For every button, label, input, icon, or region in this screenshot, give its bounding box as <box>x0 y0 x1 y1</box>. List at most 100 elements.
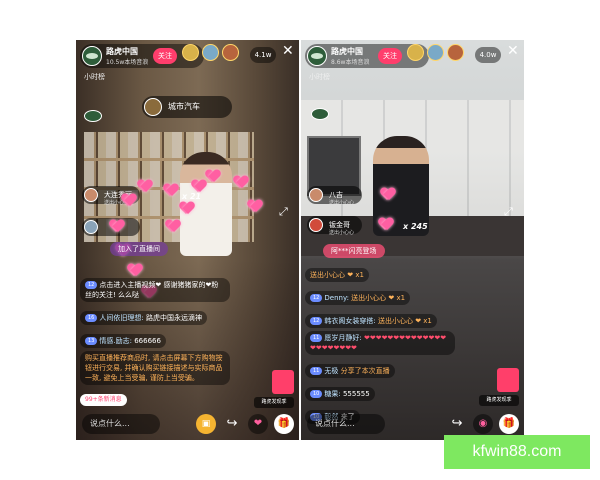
host-name: 路虎中国 <box>331 47 363 56</box>
shopping-bag-icon[interactable]: ▣ <box>196 414 216 434</box>
chat-username[interactable]: 情感.励志: <box>99 337 132 345</box>
entrance-text: 加入了直播间 <box>118 245 160 253</box>
audience-avatar[interactable] <box>222 44 239 61</box>
system-notice: 购买直播推荐商品时, 请点击屏幕下方购物按钮进行交易, 并确认购买链接描述与实际… <box>80 351 230 385</box>
chat-username[interactable]: Denny: <box>324 294 349 302</box>
system-notice-text: 购买直播推荐商品时, 请点击屏幕下方购物按钮进行交易, 并确认购买链接描述与实际… <box>85 354 223 382</box>
gift-icon[interactable]: 🎁 <box>499 414 519 434</box>
hourly-rank-label[interactable]: 小时榜 <box>84 72 105 82</box>
chat-username[interactable]: 人间依旧理想: <box>99 314 143 322</box>
land-rover-badge-icon <box>84 110 102 122</box>
user-avatar <box>84 220 98 234</box>
chat-message: 12 点击进入主播视频❤ 感谢猪猪家的❤粉丝的关注! 么么哒 <box>80 278 230 302</box>
audience-avatars[interactable] <box>182 44 239 61</box>
audience-avatar[interactable] <box>427 44 444 61</box>
product-thumbnail[interactable] <box>272 370 294 394</box>
host-name: 路虎中国 <box>106 47 138 56</box>
chat-list[interactable]: 12 点击进入主播视频❤ 感谢猪猪家的❤粉丝的关注! 么么哒 16 人间依旧理想: … <box>80 278 230 388</box>
heart-icon <box>192 180 206 192</box>
land-rover-logo-icon[interactable]: ◉ <box>473 414 493 434</box>
land-rover-badge-icon <box>311 108 329 120</box>
chat-text: 分享了本次直播 <box>340 367 390 375</box>
chat-message: 送出小心心 ❤ x1 <box>305 268 369 282</box>
chat-list[interactable]: 送出小心心 ❤ x1 12 Denny: 送出小心心 ❤ x1 12 韩衣阁女装穿搭… <box>305 262 455 427</box>
gift-user-chip[interactable]: 八吉 送出小心心 <box>307 186 363 206</box>
gift-user-action: 送出小心心 <box>329 200 355 206</box>
audience-avatar[interactable] <box>202 44 219 61</box>
chat-message: 11 无极 分享了本次直播 <box>305 364 395 378</box>
heart-icon <box>122 194 136 206</box>
chat-message: 11 愿岁月静好: ❤❤❤❤❤❤❤❤❤❤❤❤❤❤❤❤❤❤❤❤❤❤ <box>305 331 455 355</box>
chat-text: 555555 <box>342 390 370 398</box>
chat-username[interactable]: 无极 <box>324 367 338 375</box>
shop-card[interactable]: 路虎发现季 <box>254 370 294 408</box>
host-stats: 10.5w本场音浪 <box>106 59 149 66</box>
gift-user-chip[interactable]: 钣金哥 送出小心心 <box>307 216 363 236</box>
gift-combo-count: x 245 <box>403 222 428 231</box>
chat-text: 点击进入主播视频❤ 感谢猪猪家的❤粉丝的关注! 么么哒 <box>85 281 219 299</box>
user-level-badge: 12 <box>85 281 98 289</box>
fullscreen-icon[interactable]: ⤢ <box>504 205 513 219</box>
follow-button[interactable]: 关注 <box>153 48 177 64</box>
user-level-badge: 12 <box>310 294 323 302</box>
product-thumbnail[interactable] <box>497 368 519 392</box>
user-level-badge: 12 <box>310 317 323 325</box>
chat-username[interactable]: 糖果: <box>324 390 340 398</box>
like-heart-icon[interactable]: ❤ <box>248 414 268 434</box>
follow-button[interactable]: 关注 <box>378 48 402 64</box>
heart-icon <box>164 184 178 196</box>
new-messages-pill[interactable]: 99+条新消息 <box>80 394 127 406</box>
car-badge-icon <box>144 98 162 116</box>
audience-avatars[interactable] <box>407 44 464 61</box>
heart-icon <box>379 218 393 230</box>
close-icon[interactable]: ✕ <box>507 44 519 58</box>
chat-text: 路虎中国永远滴神 <box>145 314 202 322</box>
chat-username[interactable]: 韩衣阁女装穿搭: <box>324 317 375 325</box>
heart-icon <box>128 264 142 276</box>
heart-icon <box>180 202 194 214</box>
audience-avatar[interactable] <box>182 44 199 61</box>
brand-logo-avatar[interactable] <box>82 46 102 66</box>
brand-logo-avatar[interactable] <box>307 46 327 66</box>
user-level-badge: 16 <box>85 314 98 322</box>
chat-message: 16 人间依旧理想: 路虎中国永远滴神 <box>80 311 207 325</box>
chat-message: 10 糖果: 555555 <box>305 387 375 401</box>
heart-icon <box>138 180 152 192</box>
fullscreen-icon[interactable]: ⤢ <box>279 205 288 219</box>
heart-icon <box>166 220 180 232</box>
user-level-badge: 11 <box>310 334 323 342</box>
close-icon[interactable]: ✕ <box>282 44 294 58</box>
heart-icon <box>110 220 124 232</box>
hourly-rank-label[interactable]: 小时榜 <box>309 72 330 82</box>
live-stream-screen-right: 路虎中国 8.6w本场音浪 关注 4.0w ✕ 小时榜 八吉 送出小心心 钣金哥… <box>301 40 524 440</box>
host-stats: 8.6w本场音浪 <box>331 59 370 66</box>
watermark: kfwin88.com <box>444 435 590 469</box>
chat-username[interactable]: 愿岁月静好: <box>324 334 361 342</box>
comment-input[interactable]: 说点什么... <box>82 414 160 434</box>
heart-icon <box>248 200 262 212</box>
audience-count[interactable]: 4.1w <box>250 47 276 63</box>
audience-avatar[interactable] <box>407 44 424 61</box>
gift-user-name: 八吉 <box>329 191 343 199</box>
share-icon[interactable]: ↪ <box>447 414 467 434</box>
audience-count[interactable]: 4.0w <box>475 47 501 63</box>
chat-text: 送出小心心 ❤ x1 <box>351 294 406 302</box>
chat-text: 送出小心心 ❤ x1 <box>377 317 432 325</box>
shop-card[interactable]: 路虎发现季 <box>479 368 519 406</box>
comment-input[interactable]: 说点什么... <box>307 414 385 434</box>
chat-message: 12 韩衣阁女装穿搭: 送出小心心 ❤ x1 <box>305 314 437 328</box>
car-badge[interactable]: 城市汽车 <box>142 96 232 118</box>
chat-message: 12 Denny: 送出小心心 ❤ x1 <box>305 291 411 305</box>
user-avatar <box>309 188 323 202</box>
shop-card-label: 路虎发现季 <box>254 397 294 408</box>
audience-avatar[interactable] <box>447 44 464 61</box>
entrance-text: 阿***闪亮登场 <box>331 247 377 255</box>
user-level-badge: 10 <box>310 390 323 398</box>
gift-user-name: 钣金哥 <box>329 221 350 229</box>
chat-message: 13 情感.励志: 666666 <box>80 334 166 348</box>
gift-icon[interactable]: 🎁 <box>274 414 294 434</box>
chat-text: 666666 <box>134 337 161 345</box>
share-icon[interactable]: ↪ <box>222 414 242 434</box>
heart-icon <box>381 188 395 200</box>
user-level-badge: 11 <box>310 367 323 375</box>
